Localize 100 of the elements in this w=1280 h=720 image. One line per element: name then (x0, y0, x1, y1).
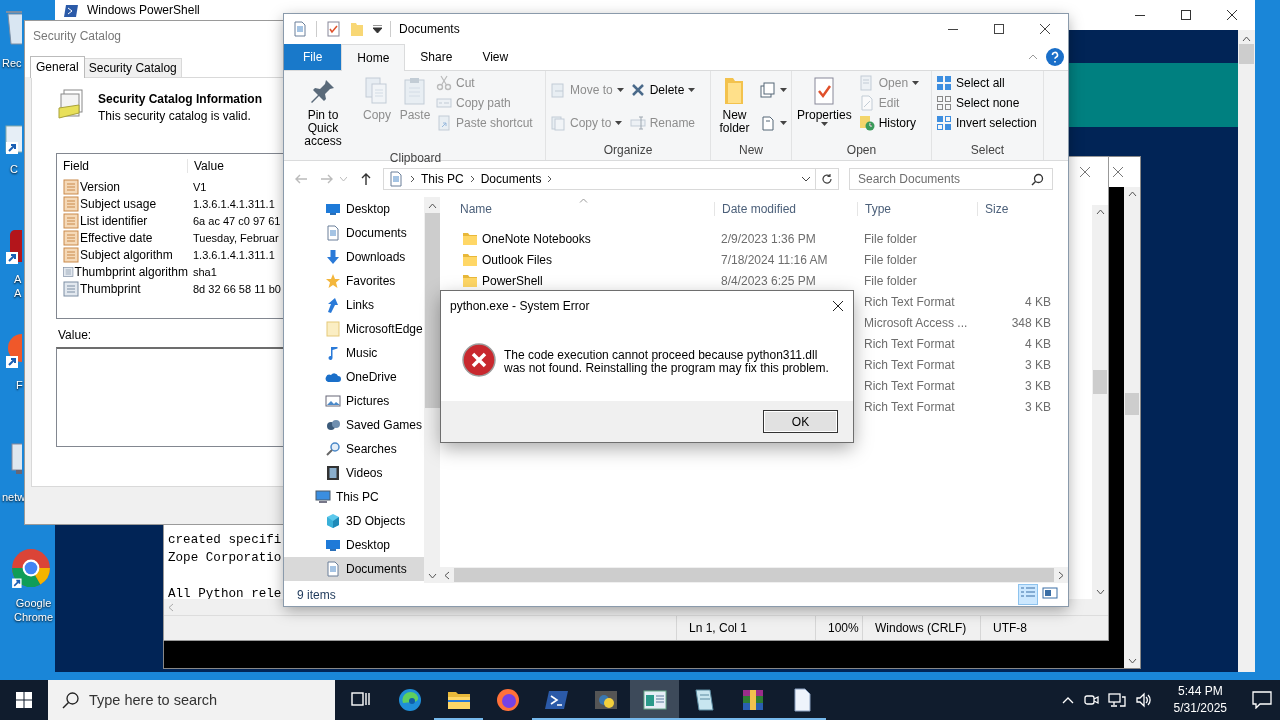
nav-item[interactable]: Links (284, 293, 424, 317)
new-item-icon (760, 81, 776, 98)
easy-access-icon (760, 115, 776, 132)
maximize-icon[interactable] (994, 24, 1004, 34)
nav-item[interactable]: This PC (284, 485, 424, 509)
nav-item[interactable]: Documents (284, 557, 424, 581)
speaker-icon[interactable] (1134, 692, 1153, 708)
field-name: Subject algorithm (80, 247, 173, 262)
field-value: 6a ac 47 c0 97 61 (192, 214, 282, 227)
page-icon (325, 321, 341, 337)
camera-icon[interactable] (1082, 692, 1099, 708)
nav-item[interactable]: Favorites (284, 269, 424, 293)
document-icon[interactable] (292, 21, 308, 37)
nav-item[interactable]: Searches (284, 437, 424, 461)
ribbon-button[interactable]: Invert selection (934, 113, 1039, 133)
scissors-icon (436, 75, 452, 91)
text-line: created specifi (168, 532, 282, 549)
nav-item[interactable]: Documents (284, 221, 424, 245)
scroll-down-icon (1127, 658, 1137, 664)
scroll-thumb[interactable] (1125, 392, 1139, 415)
scrollbar[interactable] (1124, 187, 1140, 668)
collapse-ribbon-icon[interactable] (1028, 54, 1038, 60)
refresh-icon (821, 173, 833, 185)
nav-item[interactable]: Saved Games (284, 413, 424, 437)
nav-item[interactable]: OneDrive (284, 365, 424, 389)
file-menu-tab[interactable]: File (284, 44, 342, 70)
scrollbar[interactable] (440, 567, 1068, 583)
window-title: Windows PowerShell (87, 3, 201, 17)
scrollbar[interactable] (1238, 30, 1255, 672)
field-value: 1.3.6.1.4.1.311.1 (192, 197, 276, 210)
error-icon (462, 343, 496, 377)
breadcrumb[interactable]: This PC (421, 172, 464, 186)
close-icon[interactable] (1040, 24, 1050, 34)
scroll-thumb[interactable] (1239, 44, 1254, 64)
tab[interactable]: General (30, 56, 85, 78)
tab[interactable]: Security Catalog (83, 58, 182, 77)
nav-item[interactable]: Videos (284, 461, 424, 485)
status-item: Windows (CRLF) (862, 616, 980, 640)
scrollbar[interactable] (1092, 205, 1108, 599)
ribbon-button[interactable]: History (856, 113, 922, 133)
ribbon-button[interactable]: Delete (627, 79, 698, 100)
up-arrow-icon[interactable] (359, 172, 373, 186)
column-header[interactable]: Date modified (714, 202, 857, 216)
browser-icon[interactable] (10, 547, 52, 589)
ribbon-button[interactable]: New folder (713, 73, 756, 137)
nav-item[interactable]: Music (284, 341, 424, 365)
nav-item[interactable]: MicrosoftEdge (284, 317, 424, 341)
search-field[interactable]: Type here to search (48, 680, 335, 720)
sort-caret-icon (579, 198, 588, 203)
close-icon[interactable] (833, 301, 843, 311)
nav-item[interactable]: Desktop (284, 533, 424, 557)
field-name: List identifier (80, 213, 148, 228)
taskbar-button[interactable] (630, 680, 679, 720)
scroll-thumb[interactable] (424, 213, 440, 408)
size-cell-text: 4 KB (1024, 294, 1051, 309)
file-name[interactable]: PowerShell (482, 273, 543, 288)
field-icon (63, 195, 79, 212)
ok-button[interactable]: OK (763, 410, 838, 433)
scrollbar[interactable] (424, 197, 440, 583)
breadcrumb[interactable]: Documents (480, 172, 542, 186)
size-cell-text: 3 KB (1024, 399, 1051, 414)
column-header[interactable]: Type (857, 202, 977, 216)
ribbon-tab[interactable]: Home (341, 44, 406, 71)
column-header[interactable]: Size (977, 202, 1057, 216)
nav-item[interactable]: Pictures (284, 389, 424, 413)
caret-icon (820, 122, 828, 126)
ribbon-tab[interactable]: Share (405, 44, 468, 70)
nav-item[interactable]: Downloads (284, 245, 424, 269)
icon-button[interactable] (758, 79, 789, 100)
caret-icon[interactable] (373, 25, 382, 33)
file-name[interactable]: OneNote Notebooks (482, 231, 591, 246)
scroll-thumb[interactable] (1093, 370, 1107, 394)
clock[interactable]: 5:44 PM 5/31/2025 (1173, 683, 1227, 717)
ribbon-button[interactable]: Select all (934, 73, 1039, 93)
type-cell-text: Rich Text Format (863, 294, 956, 309)
close-icon[interactable] (1227, 10, 1237, 20)
file-name[interactable]: Outlook Files (482, 252, 553, 267)
maximize-icon[interactable] (1181, 10, 1191, 20)
ribbon-button[interactable]: Select none (934, 93, 1039, 113)
notification-icon[interactable] (1252, 691, 1272, 709)
ribbon-button[interactable]: Properties (794, 73, 855, 128)
refresh-button[interactable] (815, 168, 839, 190)
properties-icon[interactable] (325, 21, 341, 37)
column-header[interactable]: Field (57, 159, 188, 173)
ribbon-tab[interactable]: View (467, 44, 524, 70)
nav-item[interactable]: Desktop (284, 197, 424, 221)
terminal-icon (63, 3, 79, 19)
search-field[interactable]: Search Documents (849, 168, 1053, 190)
ribbon-button[interactable]: Pin to Quick access (288, 73, 358, 150)
nav-item[interactable]: 3D Objects (284, 509, 424, 533)
scroll-thumb[interactable] (454, 568, 1054, 582)
address-bar[interactable]: This PC Documents (383, 168, 816, 190)
column-header[interactable]: Name (440, 202, 714, 216)
window-title: Security Catalog (25, 21, 284, 51)
chevron-up-icon[interactable] (1061, 696, 1074, 704)
help-icon[interactable] (1046, 48, 1064, 66)
scroll-up-icon (1242, 36, 1251, 42)
dropdown-icon[interactable] (801, 176, 811, 182)
network-icon[interactable] (1107, 692, 1126, 708)
monitor-icon (325, 201, 341, 217)
